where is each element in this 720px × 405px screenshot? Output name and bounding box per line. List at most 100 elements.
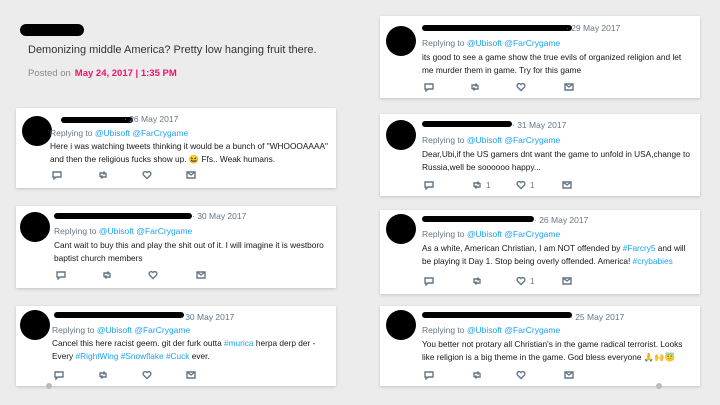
like-count: 1 (530, 276, 535, 286)
tweet-text: Here i was watching tweets thinking it w… (50, 141, 328, 164)
avatar[interactable] (386, 310, 416, 340)
reply-button[interactable] (424, 276, 434, 286)
retweet-icon (473, 277, 481, 285)
hashtag[interactable]: #RightWing (76, 351, 119, 361)
redacted-username (422, 25, 572, 31)
reply-icon (424, 371, 434, 380)
reply-handles[interactable]: @Ubisoft @FarCrygame (97, 325, 190, 335)
tweet-text: Cant wait to buy this and play the shit … (54, 240, 324, 263)
replying-to: Replying to @Ubisoft @FarCrygame (52, 325, 191, 335)
avatar[interactable] (20, 310, 50, 340)
reply-icon (424, 277, 434, 286)
retweet-button[interactable] (98, 370, 112, 380)
like-count: 1 (530, 180, 535, 190)
avatar[interactable] (386, 26, 416, 56)
like-button[interactable] (142, 170, 156, 180)
retweet-button[interactable] (470, 82, 484, 92)
reply-handles[interactable]: @Ubisoft @FarCrygame (99, 226, 192, 236)
redacted-username (422, 312, 572, 318)
retweet-count: 1 (486, 180, 491, 190)
hashtag[interactable]: #murica (224, 338, 254, 348)
redacted-username (20, 24, 84, 36)
message-button[interactable] (564, 370, 574, 380)
redacted-username (422, 216, 534, 222)
mail-icon (186, 371, 196, 379)
retweet-button[interactable] (472, 370, 486, 380)
slide-dot (46, 383, 52, 389)
retweet-button[interactable] (102, 270, 116, 280)
redacted-username (54, 213, 192, 219)
like-button[interactable] (516, 370, 530, 380)
tweet-card: · 26 May 2017 Replying to @Ubisoft @FarC… (380, 210, 700, 294)
reply-icon (54, 371, 64, 380)
retweet-icon (471, 83, 479, 91)
replying-to: Replying to @Ubisoft @FarCrygame (422, 38, 561, 48)
tweet-text: Cancel this here racist geem. git der fu… (52, 338, 316, 361)
retweet-icon (473, 181, 481, 189)
replying-to: Replying to @Ubisoft @FarCrygame (422, 135, 561, 145)
redacted-username (54, 312, 184, 318)
retweet-button[interactable] (472, 276, 486, 286)
like-button[interactable] (142, 370, 156, 380)
hashtag[interactable]: #crybabies (633, 256, 673, 266)
retweet-icon (99, 171, 107, 179)
retweet-icon (473, 371, 481, 379)
reply-icon (424, 83, 434, 92)
hashtag[interactable]: #Cuck (166, 351, 190, 361)
message-button[interactable] (562, 276, 572, 286)
reply-handles[interactable]: @Ubisoft @FarCrygame (467, 325, 560, 335)
posted-line: Posted on May 24, 2017 | 1:35 PM (28, 68, 177, 79)
replying-to: Replying to @Ubisoft @FarCrygame (422, 229, 561, 239)
retweet-icon (99, 371, 107, 379)
posted-label: Posted on (28, 68, 71, 79)
heart-icon (516, 276, 526, 286)
hashtag[interactable]: #Farcry5 (623, 243, 656, 253)
mail-icon (186, 171, 196, 179)
message-button[interactable] (186, 370, 196, 380)
retweet-button[interactable]: 1 (472, 180, 490, 190)
reply-button[interactable] (54, 370, 64, 380)
avatar[interactable] (22, 116, 52, 146)
heart-icon (142, 370, 152, 380)
mail-icon (564, 83, 574, 91)
tweet-text: You better not protary all Christian's i… (422, 339, 683, 362)
tweet-card: · 30 May 2017 Replying to @Ubisoft @FarC… (16, 206, 336, 288)
hashtag[interactable]: #Snowflake (121, 351, 164, 361)
tweet-date: · 31 May 2017 (512, 120, 567, 130)
avatar[interactable] (386, 120, 416, 150)
reply-button[interactable] (56, 270, 66, 280)
blog-comment-text: Demonizing middle America? Pretty low ha… (28, 44, 317, 56)
tweet-card: · 29 May 2017 Replying to @Ubisoft @FarC… (380, 16, 700, 98)
retweet-button[interactable] (98, 170, 112, 180)
tweet-date: · 30 May 2017 (180, 312, 235, 322)
avatar[interactable] (20, 212, 50, 242)
heart-icon (148, 270, 158, 280)
message-button[interactable] (196, 270, 206, 280)
like-button[interactable] (148, 270, 162, 280)
tweet-card: · 31 May 2017 Replying to @Ubisoft @FarC… (380, 114, 700, 196)
message-button[interactable] (562, 180, 572, 190)
message-button[interactable] (564, 82, 574, 92)
reply-handles[interactable]: @Ubisoft @FarCrygame (467, 38, 560, 48)
reply-button[interactable] (424, 180, 434, 190)
tweet-text: As a white, American Christian, I am NOT… (422, 243, 686, 266)
heart-icon (142, 170, 152, 180)
message-button[interactable] (186, 170, 196, 180)
reply-button[interactable] (52, 170, 62, 180)
like-button[interactable]: 1 (516, 180, 534, 190)
avatar[interactable] (386, 214, 416, 244)
reply-button[interactable] (424, 82, 434, 92)
like-button[interactable]: 1 (516, 276, 534, 286)
reply-handles[interactable]: @Ubisoft @FarCrygame (95, 128, 188, 138)
like-button[interactable] (516, 82, 530, 92)
reply-icon (52, 171, 62, 180)
tweet-date: · 26 May 2017 (534, 215, 589, 225)
tweet-card: · 26 May 2017 Replying to @Ubisoft @FarC… (16, 108, 336, 188)
reply-icon (56, 271, 66, 280)
reply-handles[interactable]: @Ubisoft @FarCrygame (467, 135, 560, 145)
reply-button[interactable] (424, 370, 434, 380)
tweet-card: · 25 May 2017 Replying to @Ubisoft @FarC… (380, 306, 700, 386)
tweet-date: · 25 May 2017 (570, 312, 625, 322)
reply-handles[interactable]: @Ubisoft @FarCrygame (467, 229, 560, 239)
replying-to: Replying to @Ubisoft @FarCrygame (50, 128, 189, 138)
